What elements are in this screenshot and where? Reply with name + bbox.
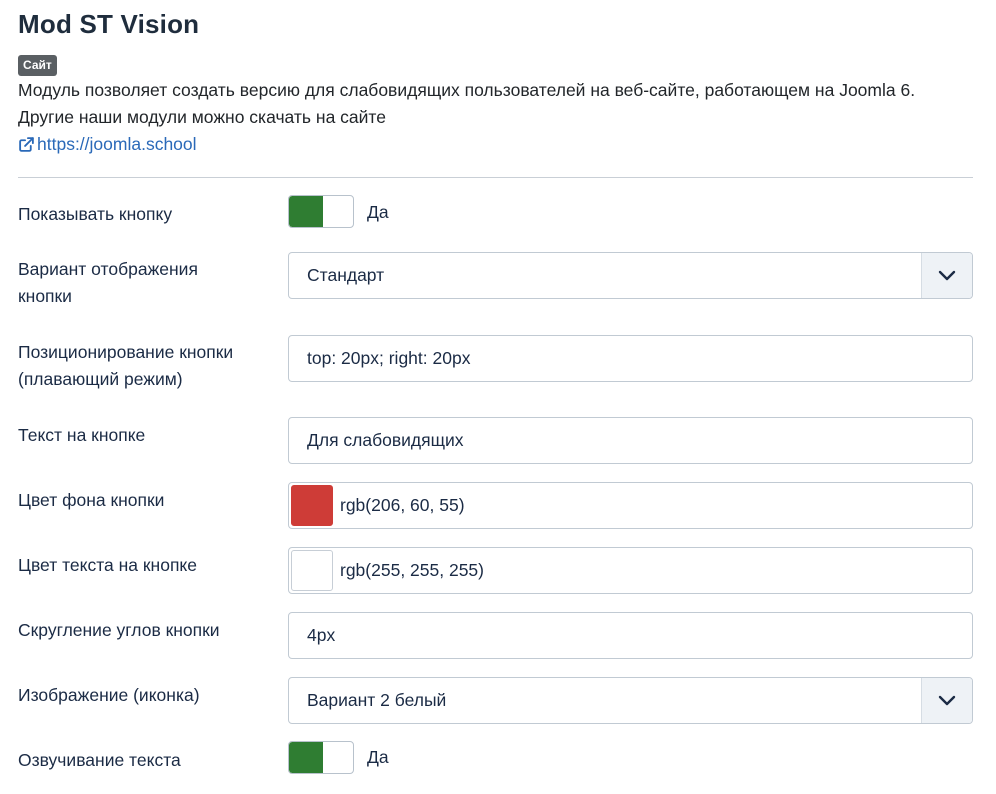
toggle-on-indicator (289, 742, 323, 773)
bg-color-label: Цвет фона кнопки (18, 490, 165, 510)
display-variant-value: Стандарт (307, 265, 385, 285)
display-variant-select[interactable]: Стандарт (288, 252, 973, 299)
site-link[interactable]: https://joomla.school (18, 134, 197, 155)
text-color-value: rgb(255, 255, 255) (340, 560, 484, 580)
image-icon-label: Изображение (иконка) (18, 685, 200, 705)
toggle-on-indicator (289, 196, 323, 227)
module-title: Mod ST Vision (18, 9, 200, 39)
image-icon-select[interactable]: Вариант 2 белый (288, 677, 973, 724)
bg-color-field[interactable]: rgb(206, 60, 55) (288, 482, 973, 529)
text-to-speech-label: Озвучивание текста (18, 750, 181, 770)
site-link-text: https://joomla.school (37, 134, 197, 154)
button-text-input[interactable]: Для слабовидящих (288, 417, 973, 464)
positioning-label: Позиционирование кнопки (плавающий режим… (18, 339, 268, 393)
positioning-label-line-2: (плавающий режим) (18, 369, 183, 389)
text-color-label: Цвет текста на кнопке (18, 555, 198, 575)
show-button-toggle-text: Да (367, 202, 389, 222)
display-variant-label: Вариант отображения кнопки (18, 256, 268, 310)
button-text-value: Для слабовидящих (307, 430, 464, 450)
positioning-input[interactable]: top: 20px; right: 20px (288, 335, 973, 382)
chevron-down-icon (921, 678, 972, 723)
description-line-1: Модуль позволяет создать версию для слаб… (18, 80, 916, 100)
site-badge: Сайт (18, 55, 57, 76)
image-icon-value: Вариант 2 белый (307, 690, 447, 710)
border-radius-input[interactable]: 4px (288, 612, 973, 659)
text-to-speech-toggle-text: Да (367, 747, 389, 767)
bg-color-swatch[interactable] (291, 485, 333, 526)
divider (18, 177, 973, 178)
description-line-2: Другие наши модули можно скачать на сайт… (18, 107, 386, 127)
border-radius-value: 4px (307, 625, 336, 645)
bg-color-value: rgb(206, 60, 55) (340, 495, 465, 515)
show-button-toggle[interactable] (288, 195, 354, 228)
display-variant-label-line-2: кнопки (18, 286, 72, 306)
positioning-label-line-1: Позиционирование кнопки (18, 342, 234, 362)
text-to-speech-toggle[interactable] (288, 741, 354, 774)
text-color-swatch[interactable] (291, 550, 333, 591)
external-link-icon (19, 137, 34, 152)
chevron-down-icon (921, 253, 972, 298)
border-radius-label: Скругление углов кнопки (18, 620, 220, 640)
display-variant-label-line-1: Вариант отображения (18, 259, 198, 279)
button-text-label: Текст на кнопке (18, 425, 146, 445)
positioning-value: top: 20px; right: 20px (307, 348, 471, 368)
text-color-field[interactable]: rgb(255, 255, 255) (288, 547, 973, 594)
show-button-label: Показывать кнопку (18, 204, 173, 224)
